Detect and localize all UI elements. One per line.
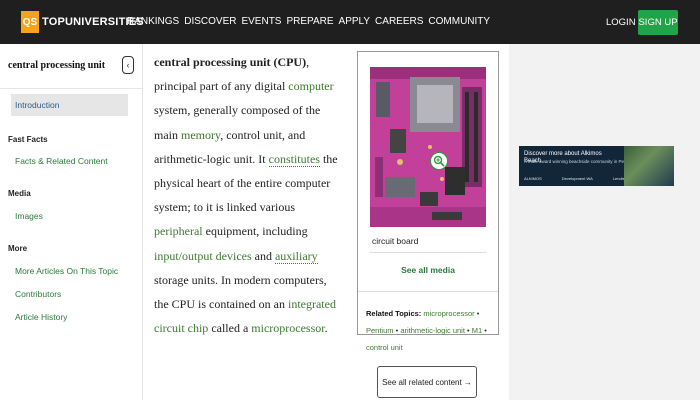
article-text: and	[251, 248, 275, 263]
related-topic-link[interactable]: M1	[472, 326, 482, 335]
top-navigation-bar: QS TOPUNIVERSITIES RANKINGS DISCOVER EVE…	[0, 0, 700, 44]
nav-apply[interactable]: APPLY	[339, 16, 371, 27]
see-all-related-button[interactable]: See all related content →	[377, 366, 477, 398]
related-topics-label: Related Topics:	[366, 309, 422, 318]
ad-image	[624, 146, 674, 186]
main-nav: RANKINGS DISCOVER EVENTS PREPARE APPLY C…	[127, 16, 490, 27]
article-sidebar: central processing unit ‹ Introduction F…	[0, 44, 143, 400]
zoom-in-icon[interactable]	[430, 152, 448, 170]
related-topic-link[interactable]: control unit	[366, 343, 403, 352]
nav-discover[interactable]: DISCOVER	[184, 16, 236, 27]
link-input-output-devices[interactable]: input/output devices	[154, 249, 252, 263]
sidebar-heading-fast-facts: Fast Facts	[8, 135, 48, 144]
see-all-media-link[interactable]: See all media	[358, 265, 498, 275]
site-logo[interactable]: QS TOPUNIVERSITIES	[21, 11, 144, 33]
sidebar-item-contributors[interactable]: Contributors	[15, 289, 61, 299]
circuit-board-image[interactable]	[370, 67, 486, 227]
sidebar-divider	[0, 88, 143, 89]
sidebar-item-images[interactable]: Images	[15, 211, 43, 221]
related-topics: Related Topics: microprocessor • Pentium…	[366, 309, 487, 352]
article-body: central processing unit (CPU), principal…	[154, 50, 344, 340]
logo-badge: QS	[21, 11, 39, 33]
sidebar-item-facts[interactable]: Facts & Related Content	[15, 156, 108, 166]
link-microprocessor[interactable]: microprocessor	[251, 321, 324, 335]
nav-rankings[interactable]: RANKINGS	[127, 16, 179, 27]
nav-careers[interactable]: CAREERS	[375, 16, 423, 27]
right-column	[509, 44, 700, 400]
related-topic-link[interactable]: microprocessor	[423, 309, 474, 318]
sidebar-title: central processing unit	[8, 60, 106, 71]
nav-community[interactable]: COMMUNITY	[428, 16, 490, 27]
related-topic-link[interactable]: arithmetic-logic unit	[400, 326, 465, 335]
card-divider	[358, 291, 498, 292]
login-link[interactable]: LOGIN	[606, 17, 636, 28]
link-peripheral[interactable]: peripheral	[154, 224, 203, 238]
sidebar-item-introduction[interactable]: Introduction	[11, 94, 128, 116]
caption-divider	[370, 252, 486, 253]
sidebar-item-more-articles[interactable]: More Articles On This Topic	[15, 266, 118, 276]
article-text: equipment, including	[202, 224, 308, 239]
ad-brand: ALKIMOS	[524, 176, 542, 181]
link-constitutes[interactable]: constitutes	[268, 151, 320, 167]
ad-brand: Development WA	[561, 176, 593, 181]
media-card: circuit board See all media	[357, 51, 499, 335]
article-text: called a	[208, 321, 252, 336]
article-text: .	[324, 321, 328, 336]
article-term: central processing unit (CPU)	[154, 55, 307, 69]
media-caption: circuit board	[372, 236, 419, 246]
advertisement-banner[interactable]: Discover more about Alkimos Beach A mult…	[519, 146, 674, 186]
nav-events[interactable]: EVENTS	[241, 16, 281, 27]
ad-subtext: A multi-award winning beachside communit…	[524, 159, 630, 164]
nav-prepare[interactable]: PREPARE	[286, 16, 333, 27]
related-topic-link[interactable]: Pentium	[366, 326, 394, 335]
sidebar-heading-media: Media	[8, 189, 31, 198]
link-auxiliary[interactable]: auxiliary	[274, 248, 318, 264]
link-memory[interactable]: memory	[181, 128, 220, 142]
signup-button[interactable]: SIGN UP	[638, 10, 678, 35]
link-computer[interactable]: computer	[288, 79, 333, 93]
sidebar-heading-more: More	[8, 244, 28, 253]
sidebar-item-article-history[interactable]: Article History	[15, 312, 67, 322]
ad-brand-logos: ALKIMOS Development WA Lendlease	[524, 176, 631, 181]
chevron-left-icon[interactable]: ‹	[122, 56, 134, 74]
